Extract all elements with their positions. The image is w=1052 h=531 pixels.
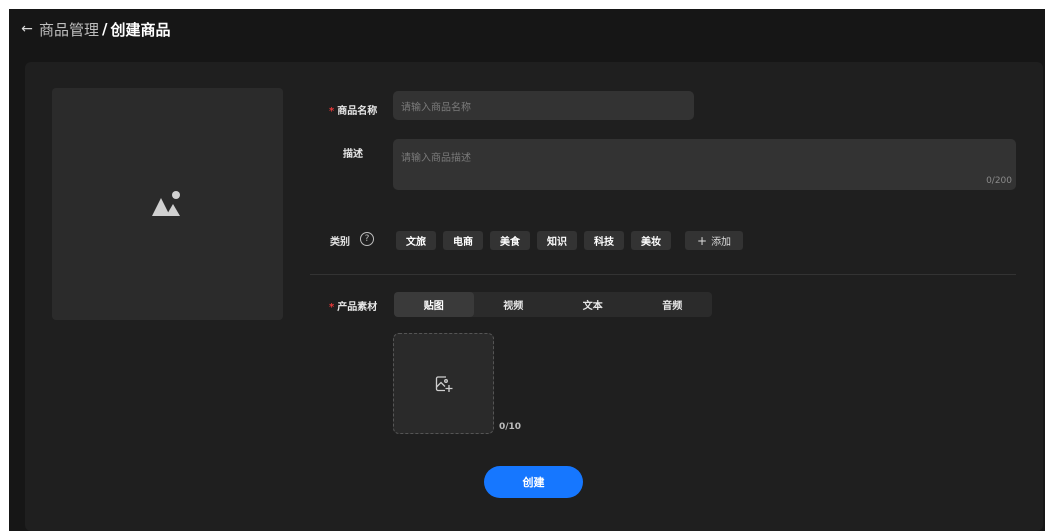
cover-image-placeholder[interactable]	[52, 88, 283, 320]
material-label: * 产品素材	[329, 302, 378, 313]
breadcrumb-parent[interactable]: 商品管理	[39, 19, 99, 40]
category-chip[interactable]: 美妆	[631, 231, 671, 250]
page-title: 创建商品	[110, 20, 171, 39]
required-mark: *	[329, 302, 335, 313]
section-divider	[310, 274, 1016, 275]
description-label: 描述	[343, 149, 363, 160]
tab-audio[interactable]: 音频	[633, 292, 713, 317]
upload-count: 0/10	[499, 422, 522, 432]
category-label: 类别	[330, 237, 350, 248]
description-counter: 0/200	[986, 176, 1012, 186]
category-chip[interactable]: 文旅	[396, 231, 436, 250]
add-category-button[interactable]: + 添加	[685, 231, 744, 250]
product-name-placeholder: 请输入商品名称	[401, 102, 471, 113]
breadcrumb-separator: /	[102, 20, 108, 38]
image-upload-box[interactable]	[393, 333, 494, 434]
page-header: ← 商品管理 / 创建商品	[9, 9, 1045, 49]
help-icon[interactable]: ?	[360, 232, 374, 246]
description-placeholder: 请输入商品描述	[401, 153, 471, 164]
product-name-input[interactable]: 请输入商品名称	[393, 91, 694, 120]
description-textarea[interactable]: 请输入商品描述 0/200	[393, 139, 1016, 190]
create-button[interactable]: 创建	[484, 466, 583, 498]
tab-video[interactable]: 视频	[474, 292, 554, 317]
required-mark: *	[329, 106, 335, 117]
material-tabs: 贴图 视频 文本 音频	[394, 292, 712, 317]
category-chips: 文旅 电商 美食 知识 科技 美妆 + 添加	[396, 231, 744, 250]
tab-sticker[interactable]: 贴图	[394, 292, 474, 317]
add-category-label: 添加	[711, 237, 732, 248]
category-chip[interactable]: 电商	[443, 231, 483, 250]
image-placeholder-icon	[151, 191, 180, 216]
category-chip[interactable]: 美食	[490, 231, 530, 250]
category-chip[interactable]: 科技	[584, 231, 624, 250]
app-window: ← 商品管理 / 创建商品 * 商品名称 请输入商品名称 描述 请输入商品描述 0…	[9, 9, 1045, 531]
back-arrow-icon[interactable]: ←	[19, 21, 35, 37]
category-chip[interactable]: 知识	[537, 231, 577, 250]
plus-icon: +	[697, 233, 708, 248]
form-panel: * 商品名称 请输入商品名称 描述 请输入商品描述 0/200 类别 ? 文旅 电…	[25, 62, 1043, 531]
tab-text[interactable]: 文本	[553, 292, 633, 317]
add-image-icon	[435, 375, 452, 392]
name-label: * 商品名称	[329, 106, 378, 117]
